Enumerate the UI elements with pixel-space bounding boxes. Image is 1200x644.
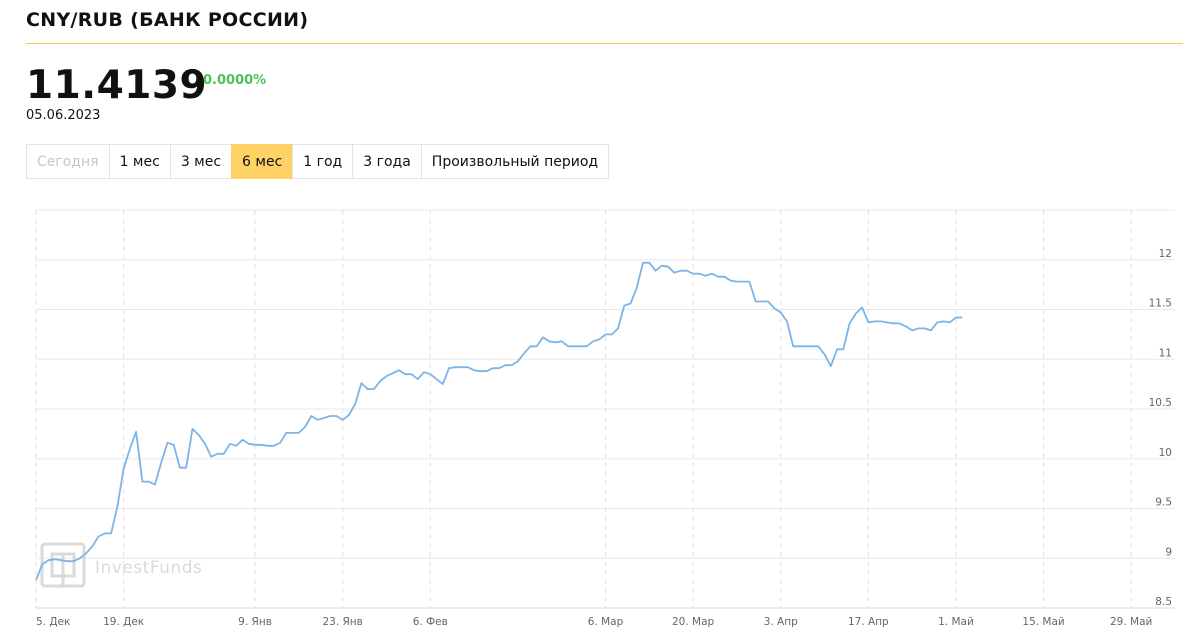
x-tick-label: 1. Май: [938, 616, 974, 628]
watermark-logo-icon: [40, 542, 86, 588]
period-tab-6-months[interactable]: 6 мес: [231, 144, 294, 179]
rate-date: 05.06.2023: [26, 108, 101, 123]
x-tick-label: 15. Май: [1022, 616, 1064, 628]
x-tick-label: 19. Дек: [103, 616, 144, 628]
y-tick-label: 9: [1165, 546, 1172, 558]
page-title: CNY/RUB (БАНК РОССИИ): [26, 9, 309, 31]
x-tick-label: 5. Дек: [36, 616, 70, 628]
x-tick-label: 20. Мар: [672, 616, 715, 628]
y-tick-label: 9.5: [1155, 497, 1172, 509]
x-axis-labels: 5. Дек 19. Дек 9. Янв 23. Янв 6. Фев 6. Мар 20…: [36, 616, 1152, 628]
y-tick-label: 10.5: [1149, 397, 1172, 409]
x-tick-label: 9. Янв: [238, 616, 272, 628]
y-tick-label: 11: [1159, 347, 1172, 359]
rate-chart-svg[interactable]: InvestFunds 8.5 9 9.5 10 10.5 11 11.5 12 5. Дек…: [0, 196, 1200, 644]
x-tick-label: 6. Фев: [413, 616, 448, 628]
period-selector: Сегодня 1 мес 3 мес 6 мес 1 год 3 года П…: [26, 144, 610, 179]
period-tab-today[interactable]: Сегодня: [26, 144, 110, 179]
y-tick-label: 8.5: [1155, 596, 1172, 608]
y-tick-label: 11.5: [1149, 298, 1172, 310]
y-axis-labels: 8.5 9 9.5 10 10.5 11 11.5 12: [1149, 248, 1172, 608]
rate-chart[interactable]: InvestFunds 8.5 9 9.5 10 10.5 11 11.5 12 5. Дек…: [0, 196, 1200, 644]
x-tick-label: 3. Апр: [764, 616, 798, 628]
rate-change-badge: 0.0000%: [203, 73, 267, 88]
y-tick-label: 12: [1159, 248, 1172, 260]
x-tick-label: 17. Апр: [848, 616, 889, 628]
period-tab-3-months[interactable]: 3 мес: [169, 144, 233, 179]
chart-grid: [35, 209, 1175, 609]
period-tab-1-month[interactable]: 1 мес: [108, 144, 171, 179]
current-rate: 11.4139: [26, 63, 208, 108]
x-tick-label: 23. Янв: [322, 616, 362, 628]
period-tab-custom[interactable]: Произвольный период: [420, 144, 610, 179]
x-tick-label: 6. Мар: [588, 616, 624, 628]
title-divider: [26, 43, 1183, 44]
x-tick-label: 29. Май: [1110, 616, 1152, 628]
rate-line: [35, 261, 963, 581]
rate-series: [35, 261, 963, 581]
y-tick-label: 10: [1159, 447, 1172, 459]
watermark: InvestFunds: [40, 542, 202, 588]
watermark-text: InvestFunds: [95, 558, 202, 578]
period-tab-3-years[interactable]: 3 года: [352, 144, 422, 179]
period-tab-1-year[interactable]: 1 год: [292, 144, 354, 179]
